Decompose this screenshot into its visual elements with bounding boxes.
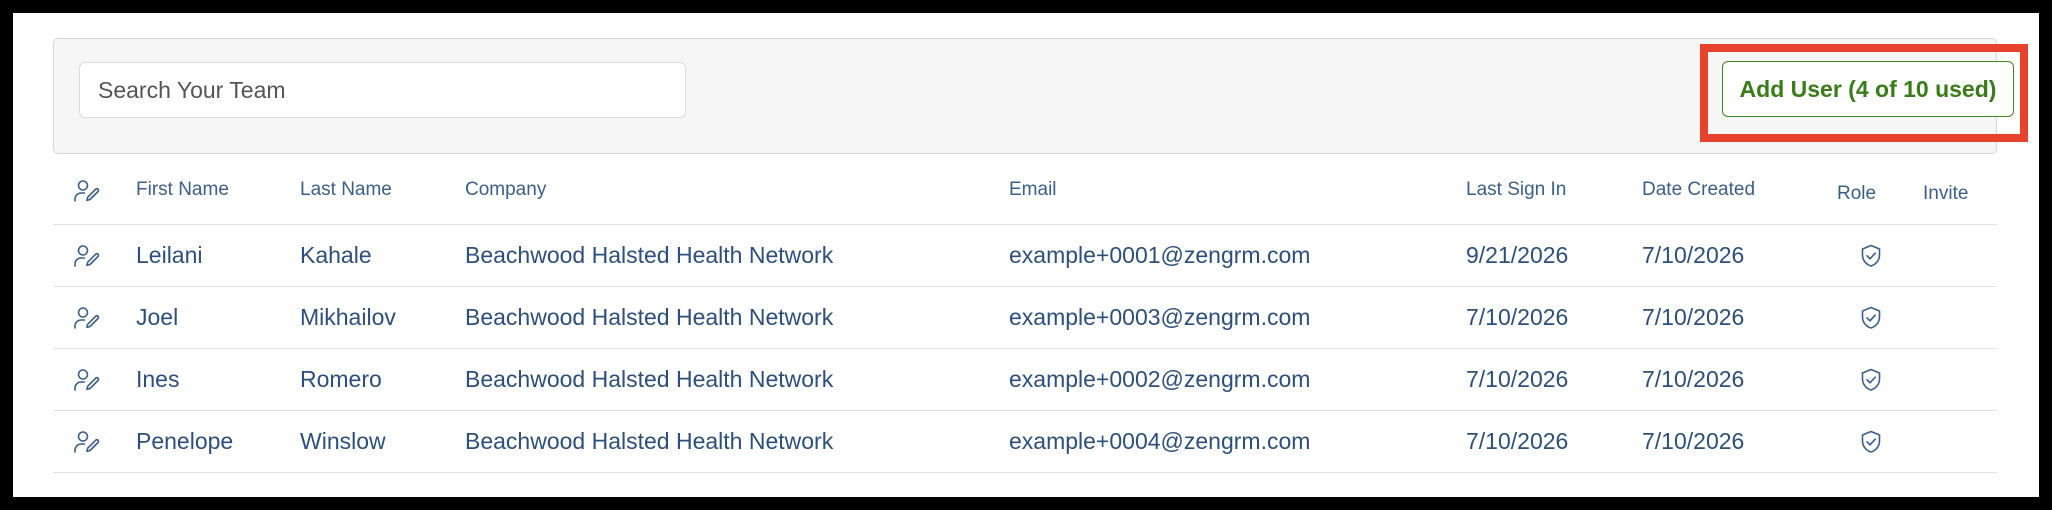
email-cell[interactable]: example+0001@zengrm.com	[1009, 225, 1310, 286]
edit-user-icon[interactable]	[73, 349, 101, 410]
table-row[interactable]: Leilani Kahale Beachwood Halsted Health …	[53, 225, 1997, 287]
date-created-cell: 7/10/2026	[1642, 304, 1745, 330]
shield-check-icon[interactable]	[1860, 287, 1882, 348]
company-cell[interactable]: Beachwood Halsted Health Network	[465, 349, 833, 410]
first-name-cell[interactable]: Ines	[136, 349, 179, 410]
column-header-role[interactable]: Role	[1837, 163, 1876, 224]
last-sign-in-cell: 7/10/2026	[1466, 366, 1569, 392]
company-cell[interactable]: Beachwood Halsted Health Network	[465, 287, 833, 348]
last-sign-in-cell: 7/10/2026	[1466, 428, 1569, 454]
company-cell[interactable]: Beachwood Halsted Health Network	[465, 411, 833, 472]
team-page: Add User (4 of 10 used) First Name Last …	[13, 13, 2039, 497]
edit-user-icon[interactable]	[73, 287, 101, 348]
column-header-last-name[interactable]: Last Name	[300, 163, 392, 224]
last-sign-in-cell: 7/10/2026	[1466, 304, 1569, 330]
shield-check-icon[interactable]	[1860, 225, 1882, 286]
shield-check-icon[interactable]	[1860, 411, 1882, 472]
column-header-date-created[interactable]: Date Created	[1642, 163, 1755, 224]
date-created-cell: 7/10/2026	[1642, 428, 1745, 454]
user-edit-icon	[73, 163, 101, 224]
add-user-button[interactable]: Add User (4 of 10 used)	[1722, 61, 2014, 117]
last-name-cell[interactable]: Winslow	[300, 411, 386, 472]
column-header-email[interactable]: Email	[1009, 163, 1057, 224]
email-cell[interactable]: example+0002@zengrm.com	[1009, 349, 1310, 410]
email-cell[interactable]: example+0003@zengrm.com	[1009, 287, 1310, 348]
first-name-cell[interactable]: Leilani	[136, 225, 203, 286]
search-input[interactable]	[79, 62, 686, 118]
table-row[interactable]: Penelope Winslow Beachwood Halsted Healt…	[53, 411, 1997, 473]
last-name-cell[interactable]: Mikhailov	[300, 287, 396, 348]
table-row[interactable]: Ines Romero Beachwood Halsted Health Net…	[53, 349, 1997, 411]
table-header-row: First Name Last Name Company Email Last …	[53, 163, 1997, 225]
first-name-cell[interactable]: Penelope	[136, 411, 233, 472]
column-header-invite[interactable]: Invite	[1923, 163, 1968, 224]
shield-check-icon[interactable]	[1860, 349, 1882, 410]
edit-user-icon[interactable]	[73, 411, 101, 472]
last-sign-in-cell: 9/21/2026	[1466, 242, 1569, 268]
team-table: First Name Last Name Company Email Last …	[53, 163, 1997, 473]
company-cell[interactable]: Beachwood Halsted Health Network	[465, 225, 833, 286]
date-created-cell: 7/10/2026	[1642, 366, 1745, 392]
edit-user-icon[interactable]	[73, 225, 101, 286]
first-name-cell[interactable]: Joel	[136, 287, 178, 348]
team-toolbar: Add User (4 of 10 used)	[53, 38, 2028, 154]
column-header-company[interactable]: Company	[465, 163, 546, 224]
column-header-first-name[interactable]: First Name	[136, 163, 229, 224]
column-header-last-sign-in[interactable]: Last Sign In	[1466, 163, 1566, 224]
table-row[interactable]: Joel Mikhailov Beachwood Halsted Health …	[53, 287, 1997, 349]
last-name-cell[interactable]: Kahale	[300, 225, 372, 286]
last-name-cell[interactable]: Romero	[300, 349, 382, 410]
date-created-cell: 7/10/2026	[1642, 242, 1745, 268]
email-cell[interactable]: example+0004@zengrm.com	[1009, 411, 1310, 472]
